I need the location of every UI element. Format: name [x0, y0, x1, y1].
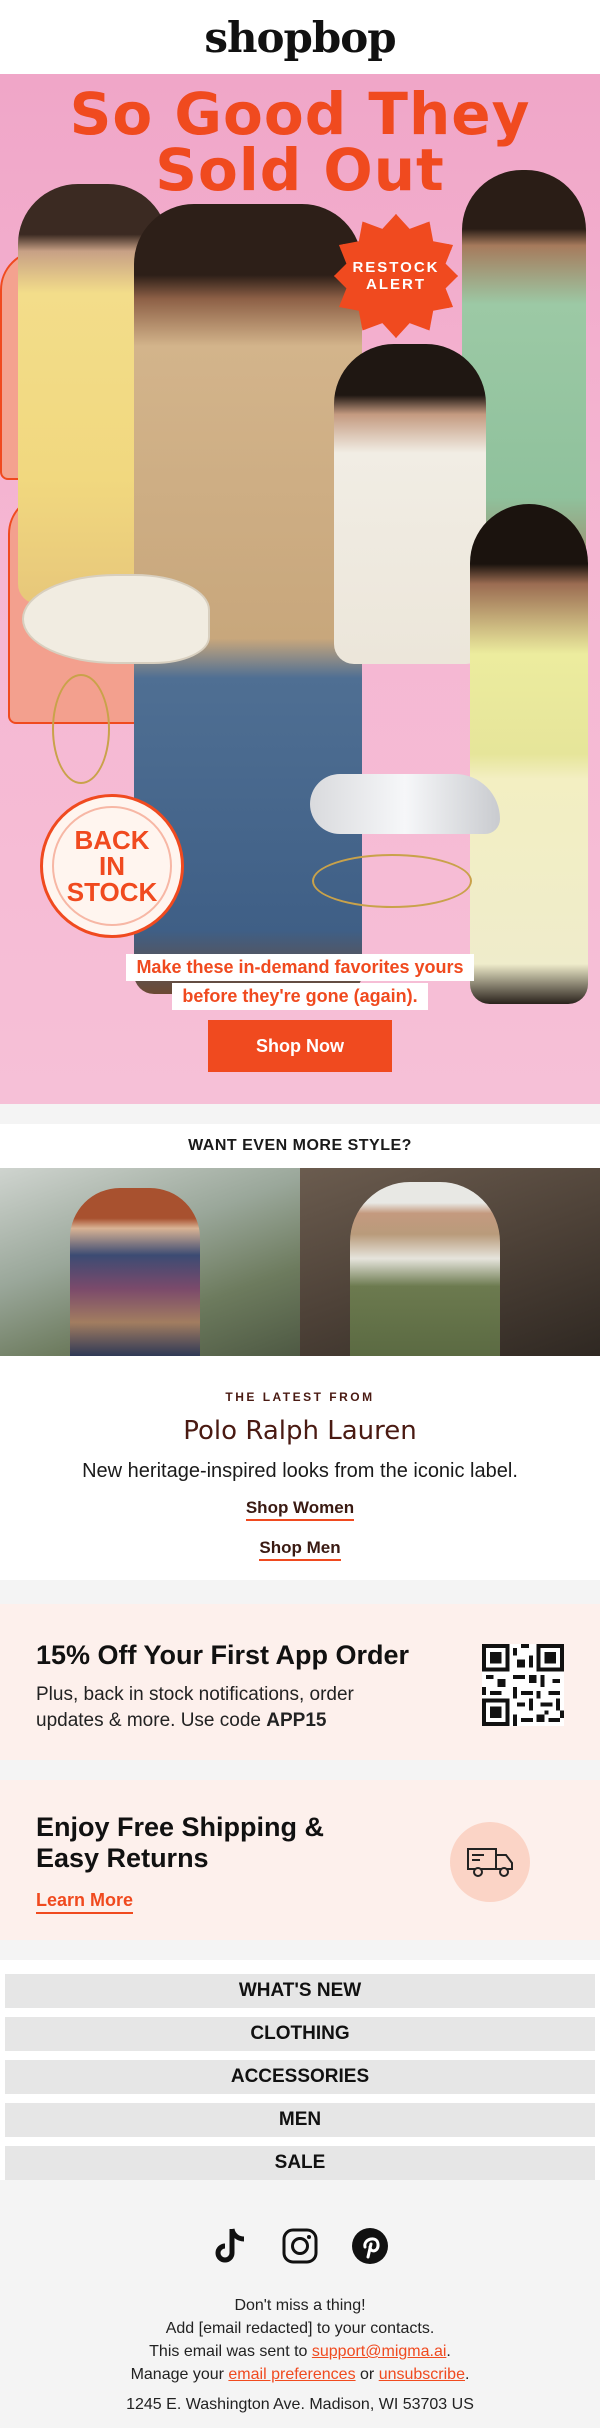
footer-nav: WHAT'S NEW CLOTHING ACCESSORIES MEN SALE	[0, 1960, 600, 2180]
gold-bracelet-photo	[312, 854, 472, 908]
nav-men[interactable]: MEN	[5, 2103, 595, 2137]
model-white-sweater-photo	[334, 344, 486, 664]
support-email-link[interactable]: support@migma.ai	[312, 2343, 447, 2360]
pinterest-icon[interactable]	[350, 2226, 390, 2266]
latest-brand-name: Polo Ralph Lauren	[183, 1416, 417, 1446]
email-footer: Don't miss a thing! Add [email redacted]…	[0, 2206, 600, 2428]
more-style-heading: WANT EVEN MORE STYLE?	[0, 1124, 600, 1168]
shop-now-button[interactable]: Shop Now	[208, 1020, 392, 1072]
loafer-shoe-photo	[22, 574, 210, 664]
unsubscribe-link[interactable]: unsubscribe	[379, 2366, 465, 2383]
shop-women-link[interactable]: Shop Women	[245, 1498, 355, 1521]
shopbop-logo[interactable]: shopbop	[204, 13, 396, 62]
latest-brand-section: THE LATEST FROM Polo Ralph Lauren New he…	[0, 1356, 600, 1580]
app-promo-title: 15% Off Your First App Order	[36, 1640, 410, 1670]
silver-sandal-photo	[310, 774, 500, 834]
social-links	[0, 2226, 600, 2266]
qr-code-icon[interactable]	[482, 1644, 564, 1726]
latest-description: New heritage-inspired looks from the ico…	[82, 1460, 518, 1482]
app-promo[interactable]: 15% Off Your First App Order Plus, back …	[0, 1604, 600, 1760]
nav-whats-new[interactable]: WHAT'S NEW	[5, 1974, 595, 2008]
nav-accessories[interactable]: ACCESSORIES	[5, 2060, 595, 2094]
shipping-title: Enjoy Free Shipping & Easy Returns	[36, 1812, 325, 1873]
gold-necklace-photo	[52, 674, 110, 784]
nav-clothing[interactable]: CLOTHING	[5, 2017, 595, 2051]
promo-code: APP15	[266, 1710, 327, 1731]
shipping-promo[interactable]: Enjoy Free Shipping & Easy Returns Learn…	[0, 1780, 600, 1940]
latest-kicker: THE LATEST FROM	[225, 1390, 375, 1404]
more-style-photos[interactable]	[0, 1168, 600, 1356]
learn-more-link[interactable]: Learn More	[36, 1890, 134, 1914]
shop-women-link-wrap: Shop Women	[0, 1498, 600, 1521]
instagram-icon[interactable]	[280, 2226, 320, 2266]
model-polka-skirt-photo	[470, 504, 588, 1004]
back-in-stock-badge: BACK IN STOCK	[40, 794, 184, 938]
email-preferences-link[interactable]: email preferences	[228, 2366, 355, 2383]
nav-sale[interactable]: SALE	[5, 2146, 595, 2180]
shop-men-link-wrap: Shop Men	[0, 1538, 600, 1561]
footer-text: Don't miss a thing! Add [email redacted]…	[130, 2297, 470, 2383]
polo-men-photo[interactable]	[300, 1168, 600, 1356]
email-header: shopbop	[0, 0, 600, 74]
truck-icon	[450, 1822, 530, 1902]
hero-banner[interactable]: So Good They Sold Out RESTOCK ALERT BACK…	[0, 74, 600, 1104]
hero-subtitle: Make these in-demand favorites yours bef…	[52, 954, 548, 1012]
polo-women-photo[interactable]	[0, 1168, 300, 1356]
shop-men-link[interactable]: Shop Men	[259, 1538, 341, 1561]
tiktok-icon[interactable]	[210, 2226, 250, 2266]
app-promo-description: Plus, back in stock notifications, order…	[36, 1684, 354, 1731]
company-address: 1245 E. Washington Ave. Madison, WI 5370…	[126, 2396, 474, 2413]
